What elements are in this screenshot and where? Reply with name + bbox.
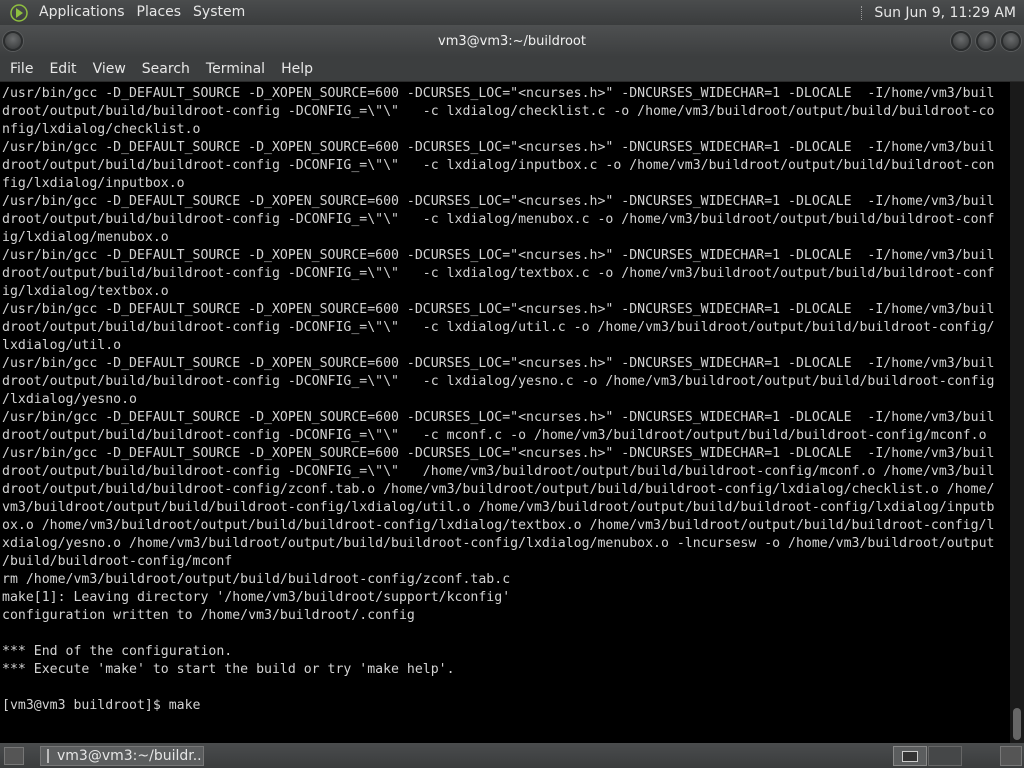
terminal-line: droot/output/build/buildroot-config -DCO… [2, 212, 995, 227]
window-titlebar[interactable]: vm3@vm3:~/buildroot [0, 25, 1024, 57]
clock[interactable]: Sun Jun 9, 11:29 AM [874, 5, 1024, 21]
window-title: vm3@vm3:~/buildroot [438, 33, 586, 49]
system-menu[interactable]: System [187, 0, 251, 25]
terminal-line: ig/lxdialog/textbox.o [2, 284, 169, 299]
terminal-line: droot/output/build/buildroot-config -DCO… [2, 374, 995, 389]
terminal-line: *** End of the configuration. [2, 644, 233, 659]
top-panel: Applications Places System Sun Jun 9, 11… [0, 0, 1024, 25]
scrollbar-thumb[interactable] [1013, 708, 1021, 740]
terminal-line: droot/output/build/buildroot-config -DCO… [2, 428, 987, 443]
workspace-1-button[interactable] [893, 746, 927, 766]
minimize-button[interactable] [951, 31, 971, 51]
terminal-line: droot/output/build/buildroot-config -DCO… [2, 320, 995, 335]
taskbar-task-label: vm3@vm3:~/buildr... [57, 747, 204, 764]
terminal-line: /build/buildroot-config/mconf [2, 554, 233, 569]
terminal-line: /lxdialog/yesno.o [2, 392, 137, 407]
terminal-window: vm3@vm3:~/buildroot File Edit View Searc… [0, 25, 1024, 743]
terminal-output[interactable]: /usr/bin/gcc -D_DEFAULT_SOURCE -D_XOPEN_… [0, 82, 1010, 743]
menu-help[interactable]: Help [273, 57, 321, 81]
maximize-button[interactable] [976, 31, 996, 51]
terminal-scrollbar[interactable] [1010, 82, 1024, 743]
terminal-line: lxdialog/util.o [2, 338, 122, 353]
terminal-line: xdialog/yesno.o /home/vm3/buildroot/outp… [2, 536, 995, 551]
menu-terminal[interactable]: Terminal [198, 57, 273, 81]
terminal-line: rm /home/vm3/buildroot/output/build/buil… [2, 572, 511, 587]
terminal-line: /usr/bin/gcc -D_DEFAULT_SOURCE -D_XOPEN_… [2, 410, 995, 425]
taskbar-terminal-button[interactable]: vm3@vm3:~/buildr... [40, 745, 204, 766]
terminal-line: droot/output/build/buildroot-config -DCO… [2, 158, 995, 173]
terminal-line: /usr/bin/gcc -D_DEFAULT_SOURCE -D_XOPEN_… [2, 302, 995, 317]
terminal-line: ig/lxdialog/menubox.o [2, 230, 169, 245]
terminal-line: /usr/bin/gcc -D_DEFAULT_SOURCE -D_XOPEN_… [2, 194, 995, 209]
trash-icon[interactable] [1000, 746, 1022, 766]
workspace-2-button[interactable] [928, 746, 962, 766]
panel-right: Sun Jun 9, 11:29 AM [861, 0, 1024, 25]
terminal-line: make[1]: Leaving directory '/home/vm3/bu… [2, 590, 511, 605]
terminal-line: /usr/bin/gcc -D_DEFAULT_SOURCE -D_XOPEN_… [2, 446, 995, 461]
menu-file[interactable]: File [2, 57, 41, 81]
terminal-line: ox.o /home/vm3/buildroot/output/build/bu… [2, 518, 995, 533]
workspace-window-icon [902, 750, 918, 762]
terminal-line: droot/output/build/buildroot-config -DCO… [2, 104, 995, 119]
terminal-line: *** Execute 'make' to start the build or… [2, 662, 455, 677]
terminal-line: droot/output/build/buildroot-config/zcon… [2, 482, 995, 497]
terminal-line: vm3/buildroot/output/build/buildroot-con… [2, 500, 995, 515]
terminal-line: /usr/bin/gcc -D_DEFAULT_SOURCE -D_XOPEN_… [2, 140, 995, 155]
terminal-line: /usr/bin/gcc -D_DEFAULT_SOURCE -D_XOPEN_… [2, 86, 995, 101]
bottom-taskbar: vm3@vm3:~/buildr... [0, 743, 1024, 768]
terminal-line: droot/output/build/buildroot-config -DCO… [2, 464, 995, 479]
places-menu[interactable]: Places [131, 0, 188, 25]
panel-menus: Applications Places System [0, 0, 251, 25]
panel-separator [861, 5, 864, 20]
menu-search[interactable]: Search [134, 57, 198, 81]
terminal-line: fig/lxdialog/inputbox.o [2, 176, 185, 191]
applications-menu[interactable]: Applications [33, 0, 131, 25]
show-desktop-icon[interactable] [4, 746, 24, 765]
window-menubar: File Edit View Search Terminal Help [0, 57, 1024, 82]
menu-view[interactable]: View [85, 57, 134, 81]
terminal-icon [47, 748, 49, 763]
terminal-line: nfig/lxdialog/checklist.o [2, 122, 201, 137]
terminal-line: configuration written to /home/vm3/build… [2, 608, 415, 623]
terminal-line: /usr/bin/gcc -D_DEFAULT_SOURCE -D_XOPEN_… [2, 356, 995, 371]
menu-edit[interactable]: Edit [41, 57, 84, 81]
terminal-line: droot/output/build/buildroot-config -DCO… [2, 266, 995, 281]
distro-logo-icon[interactable] [10, 3, 28, 22]
terminal-line: /usr/bin/gcc -D_DEFAULT_SOURCE -D_XOPEN_… [2, 248, 995, 263]
terminal-line: [vm3@vm3 buildroot]$ make [2, 698, 201, 713]
close-button[interactable] [1001, 31, 1021, 51]
window-menu-icon[interactable] [3, 31, 23, 51]
